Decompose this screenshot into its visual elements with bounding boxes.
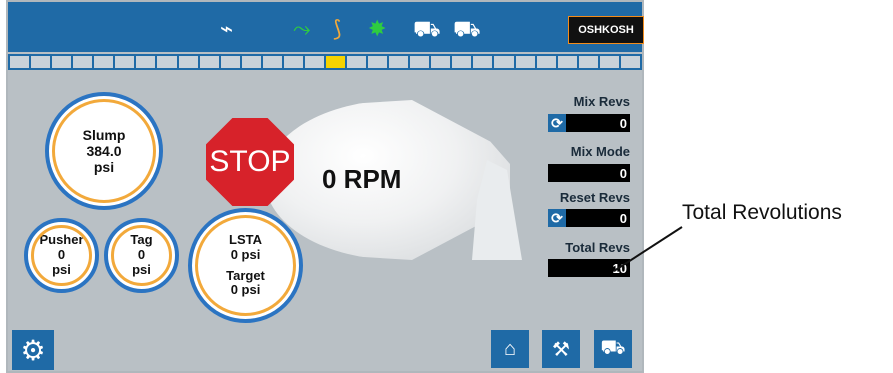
lsta-value: 0 psi bbox=[230, 246, 261, 262]
tag-value: 0 bbox=[137, 247, 146, 263]
indicator-segment bbox=[473, 56, 493, 68]
indicator-segment bbox=[52, 56, 72, 68]
indicator-segment bbox=[389, 56, 409, 68]
settings-gear-icon[interactable]: ⚙ bbox=[12, 330, 54, 370]
indicator-segment bbox=[262, 56, 282, 68]
pusher-unit: psi bbox=[52, 261, 71, 277]
truck-dump-icon[interactable]: ⛟ bbox=[453, 16, 481, 45]
pusher-value: 0 bbox=[57, 247, 66, 263]
pusher-gauge: Pusher 0 psi bbox=[24, 218, 99, 293]
indicator-segment bbox=[599, 56, 619, 68]
chute-icon[interactable]: ⟆ bbox=[333, 16, 342, 42]
indicator-segment bbox=[536, 56, 556, 68]
indicator-segment bbox=[73, 56, 93, 68]
indicator-segment bbox=[94, 56, 114, 68]
reset-revs-label: Reset Revs bbox=[559, 190, 630, 205]
target-value: 0 psi bbox=[230, 282, 261, 298]
tag-unit: psi bbox=[132, 261, 151, 277]
indicator-segment bbox=[199, 56, 219, 68]
indicator-segment bbox=[494, 56, 514, 68]
hook-icon[interactable]: ⌁ bbox=[220, 16, 233, 42]
indicator-segment bbox=[304, 56, 324, 68]
indicator-segment bbox=[515, 56, 535, 68]
tag-label: Tag bbox=[130, 232, 153, 248]
truck-status-icon[interactable]: ⛟ bbox=[594, 330, 632, 368]
indicator-segment bbox=[431, 56, 451, 68]
mix-mode-display: 0 bbox=[548, 164, 630, 182]
truck-unload-icon[interactable]: ⛟ bbox=[413, 16, 441, 45]
progress-indicator bbox=[8, 54, 642, 70]
reset-revs-value: 0 bbox=[619, 210, 627, 226]
indicator-segment bbox=[10, 56, 30, 68]
indicator-segment bbox=[578, 56, 598, 68]
indicator-segment bbox=[410, 56, 430, 68]
slump-unit: psi bbox=[93, 159, 115, 176]
indicator-segment bbox=[157, 56, 177, 68]
mix-revs-display[interactable]: ⟳ 0 bbox=[548, 114, 630, 132]
tag-gauge: Tag 0 psi bbox=[104, 218, 179, 293]
indicator-segment bbox=[620, 56, 640, 68]
reset-icon[interactable]: ⟳ bbox=[548, 114, 566, 132]
mix-mode-value: 0 bbox=[619, 165, 627, 181]
top-toolbar: ⌁ ⤳ ⟆ ✸ ⛟ ⛟ OSHKOSH bbox=[8, 2, 644, 52]
callout-total-revolutions: Total Revolutions bbox=[682, 201, 842, 224]
indicator-segment bbox=[31, 56, 51, 68]
indicator-segment bbox=[283, 56, 303, 68]
lsta-gauge: LSTA 0 psi Target 0 psi bbox=[188, 208, 303, 323]
pusher-label: Pusher bbox=[39, 232, 84, 248]
operator-icon[interactable]: ⚒ bbox=[542, 330, 580, 368]
target-label: Target bbox=[226, 267, 265, 283]
shovel-icon[interactable]: ⤳ bbox=[293, 16, 311, 42]
mix-mode-label: Mix Mode bbox=[570, 144, 630, 159]
lsta-label: LSTA bbox=[229, 231, 262, 247]
beacon-icon[interactable]: ✸ bbox=[368, 16, 386, 42]
indicator-segment bbox=[347, 56, 367, 68]
reset-icon[interactable]: ⟳ bbox=[548, 209, 566, 227]
slump-gauge: Slump 384.0 psi bbox=[45, 92, 163, 210]
indicator-segment bbox=[115, 56, 135, 68]
indicator-segment bbox=[178, 56, 198, 68]
indicator-segment bbox=[241, 56, 261, 68]
indicator-segment bbox=[452, 56, 472, 68]
chute-up-icon[interactable]: ⌂ bbox=[491, 330, 529, 368]
mix-revs-value: 0 bbox=[619, 115, 627, 131]
callout-line bbox=[613, 226, 683, 272]
stop-text: STOP bbox=[209, 145, 291, 178]
indicator-segment bbox=[136, 56, 156, 68]
mix-revs-label: Mix Revs bbox=[573, 94, 630, 109]
indicator-segment bbox=[325, 56, 345, 68]
indicator-segment bbox=[220, 56, 240, 68]
drum-rpm: 0 RPM bbox=[322, 164, 402, 194]
indicator-segment bbox=[368, 56, 388, 68]
oshkosh-logo: OSHKOSH bbox=[568, 16, 644, 44]
slump-label: Slump bbox=[82, 126, 126, 143]
slump-value: 384.0 bbox=[86, 142, 122, 159]
indicator-segment bbox=[557, 56, 577, 68]
